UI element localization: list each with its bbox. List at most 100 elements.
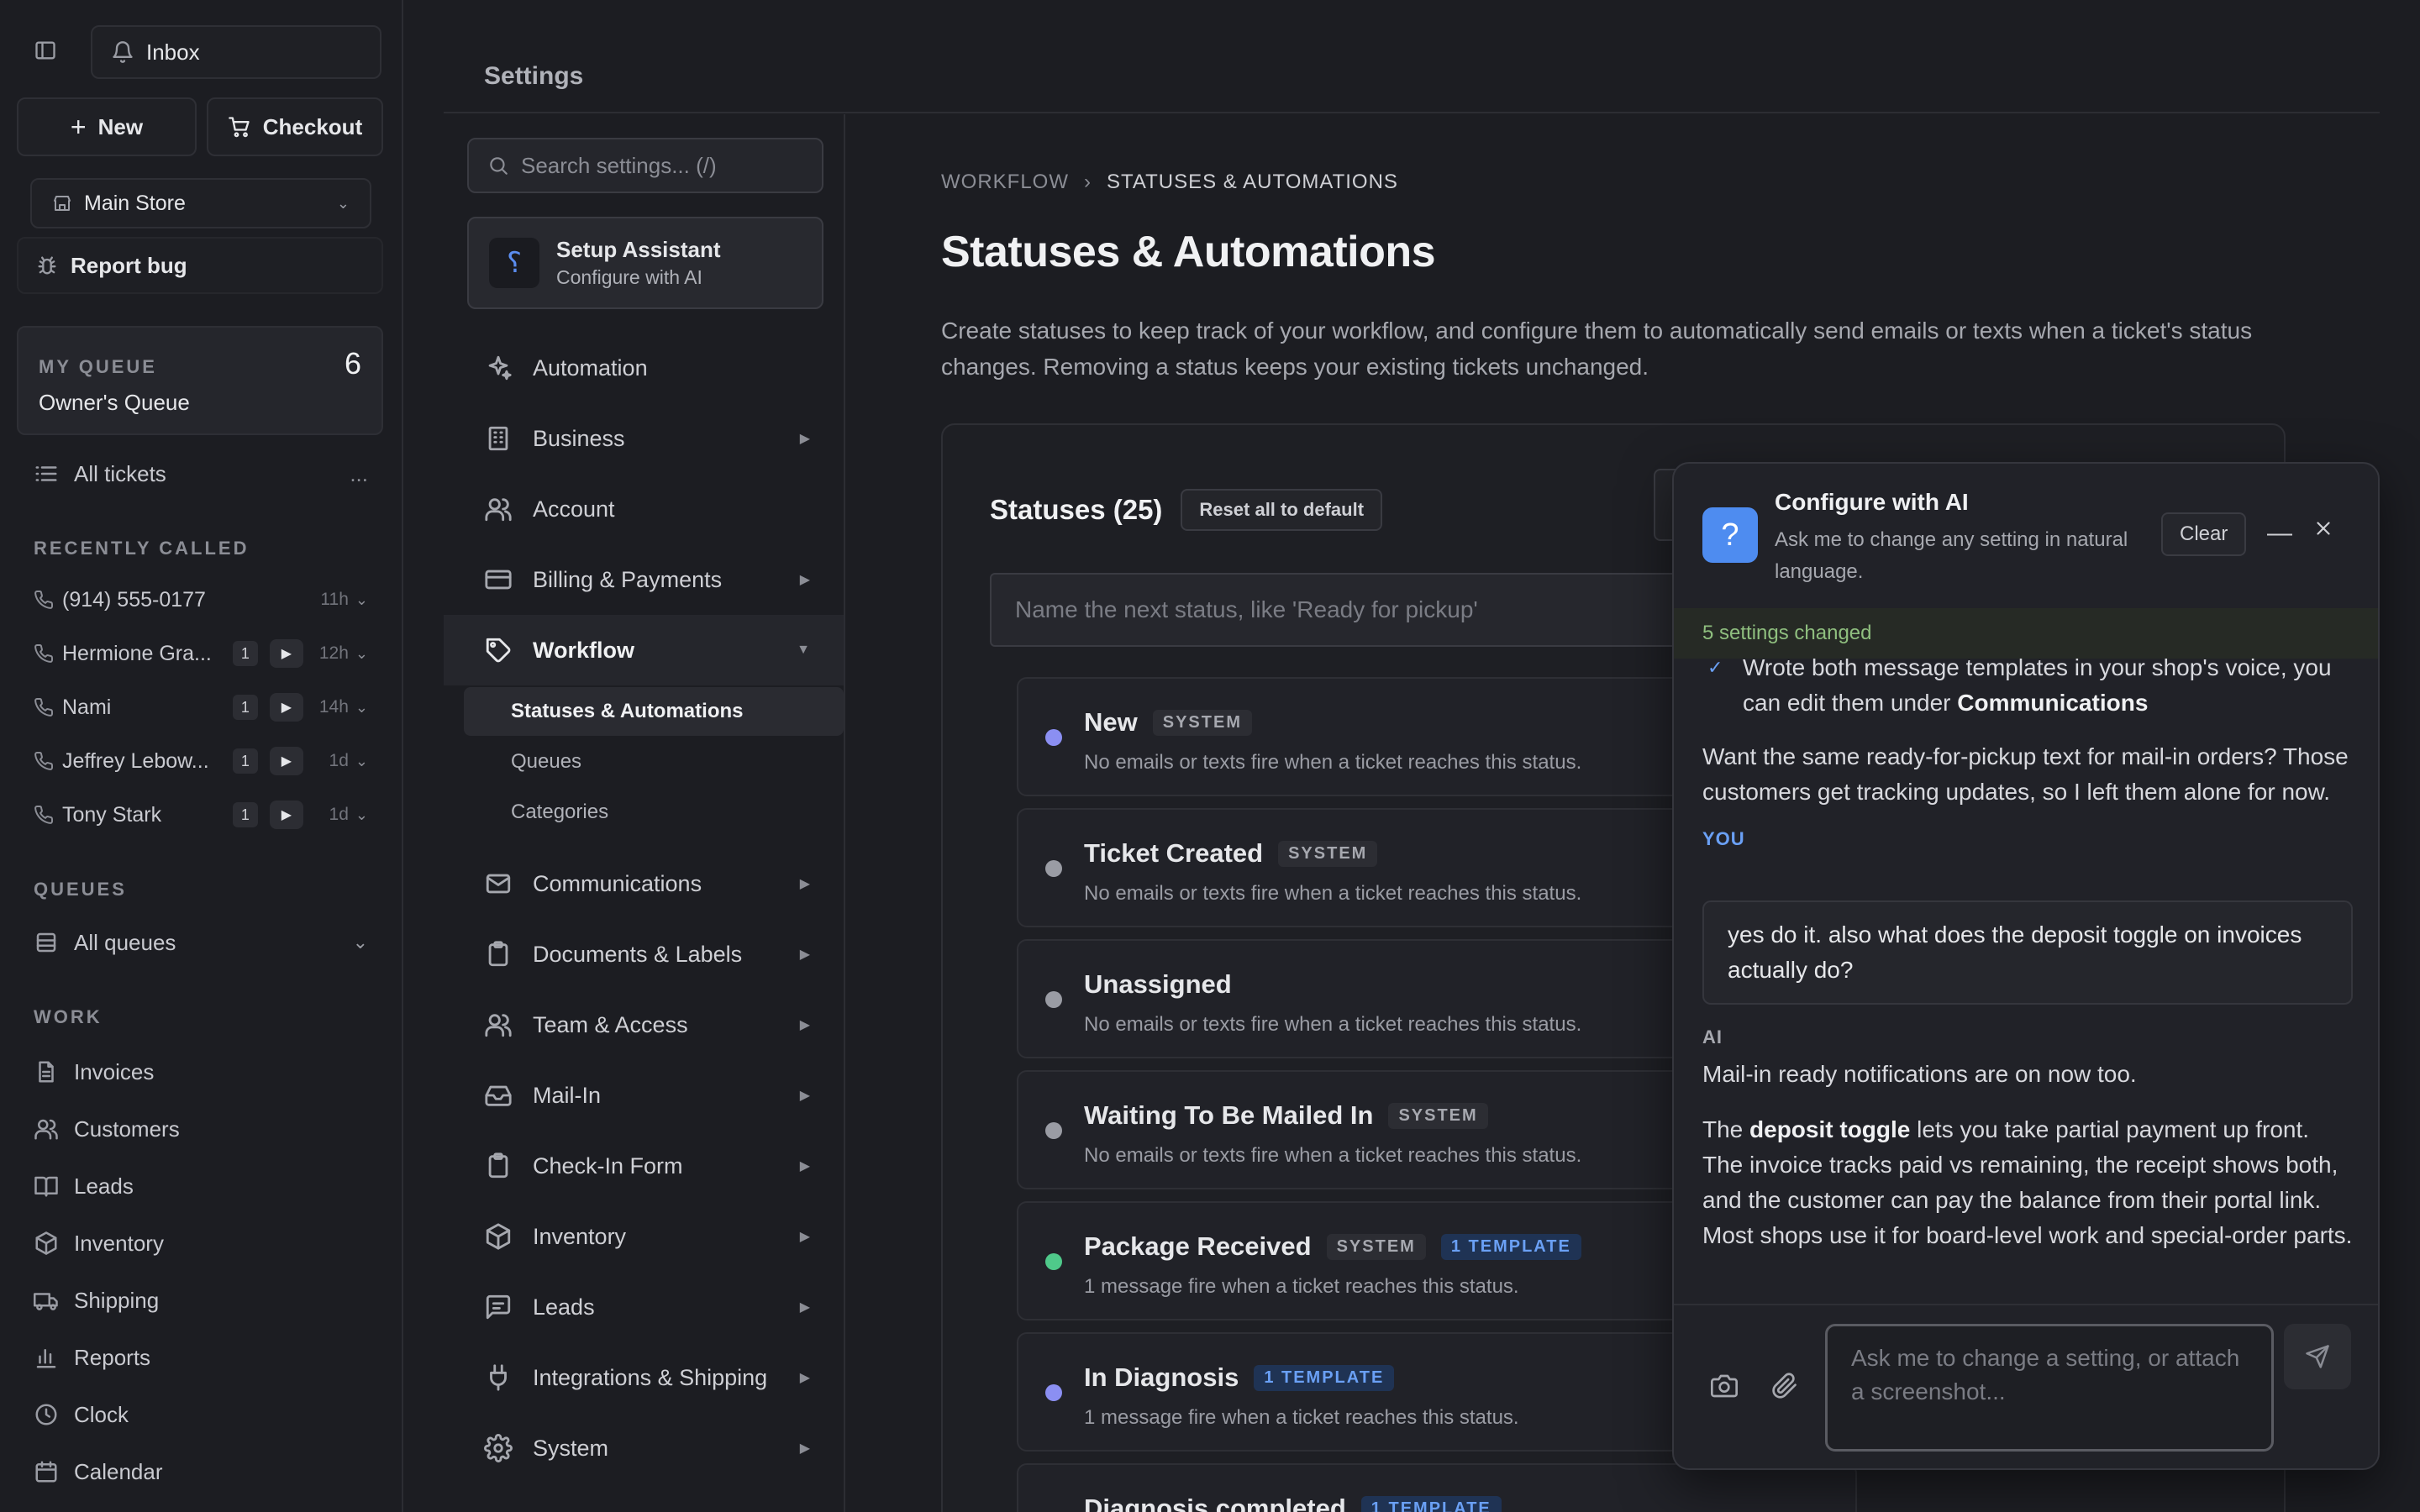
status-name: Waiting To Be Mailed In <box>1084 1100 1374 1130</box>
call-row[interactable]: Hermione Gra... 1 ▶ 12h ⌄ <box>34 637 368 670</box>
status-name: Package Received <box>1084 1231 1312 1261</box>
send-button[interactable] <box>2284 1324 2351 1389</box>
nav-clock[interactable]: Clock <box>34 1398 368 1431</box>
statuses-header: Statuses (25) Reset all to default <box>990 489 1383 531</box>
ai-message: Want the same ready-for-pickup text for … <box>1702 743 2349 805</box>
send-icon <box>2306 1345 2329 1368</box>
nav-sub-label: Statuses & Automations <box>511 700 744 722</box>
ai-label: AI <box>1702 1026 1723 1047</box>
nav-documents-labels[interactable]: Documents & Labels ▶ <box>444 919 844 990</box>
play-button[interactable]: ▶ <box>269 747 303 775</box>
ai-message-input[interactable]: Ask me to change a setting, or attach a … <box>1825 1324 2274 1452</box>
minimize-icon[interactable]: — <box>2267 519 2292 548</box>
phone-icon <box>34 590 54 609</box>
nav-invoices[interactable]: Invoices <box>34 1055 368 1089</box>
status-description: 1 message fire when a ticket reaches thi… <box>1084 1406 1519 1429</box>
nav-automation[interactable]: Automation <box>444 333 844 403</box>
report-bug-button[interactable]: Report bug <box>17 237 383 294</box>
status-row[interactable]: Diagnosis completed 1 TEMPLATE <box>1017 1463 1857 1512</box>
camera-icon[interactable] <box>1711 1373 1738 1399</box>
nav-check-in-form[interactable]: Check-In Form ▶ <box>444 1131 844 1201</box>
play-button[interactable]: ▶ <box>269 801 303 829</box>
settings-changed-banner[interactable]: 5 settings changed <box>1674 608 2378 659</box>
nav-calendar[interactable]: Calendar <box>34 1455 368 1488</box>
page-title: Statuses & Automations <box>941 228 1436 276</box>
new-button[interactable]: + New <box>17 97 197 156</box>
ai-conversation-lower[interactable]: yes do it. also what does the deposit to… <box>1702 900 2353 1304</box>
nav-statuses-automations[interactable]: Statuses & Automations <box>464 687 844 736</box>
gear-icon <box>484 1434 513 1462</box>
setup-assistant-card[interactable]: ⸮ Setup Assistant Configure with AI <box>467 217 823 309</box>
play-button[interactable]: ▶ <box>269 639 303 668</box>
breadcrumb-parent[interactable]: WORKFLOW <box>941 171 1069 194</box>
call-row[interactable]: Jeffrey Lebow... 1 ▶ 1d ⌄ <box>34 744 368 778</box>
store-select[interactable]: Main Store ⌄ <box>30 178 371 228</box>
nav-workflow[interactable]: Workflow ▼ <box>444 615 844 685</box>
close-icon[interactable] <box>2312 517 2334 539</box>
nav-queues[interactable]: Queues <box>464 738 844 786</box>
call-row[interactable]: (914) 555-0177 11h ⌄ <box>34 583 368 617</box>
nav-integrations-shipping[interactable]: Integrations & Shipping ▶ <box>444 1342 844 1413</box>
statuses-heading: Statuses (25) <box>990 494 1163 525</box>
status-description: No emails or texts fire when a ticket re… <box>1084 751 1582 774</box>
all-tickets-link[interactable]: All tickets ... <box>34 457 368 491</box>
nav-team-access[interactable]: Team & Access ▶ <box>444 990 844 1060</box>
nav-label: Leads <box>74 1173 134 1199</box>
call-time: 1d <box>329 805 349 824</box>
my-queue-card[interactable]: MY QUEUE 6 Owner's Queue <box>17 326 383 435</box>
nav-label: Inventory <box>533 1223 627 1249</box>
new-label: New <box>97 113 144 139</box>
chevron-down-icon[interactable]: ⌄ <box>355 806 368 824</box>
nav-business[interactable]: Business ▶ <box>444 403 844 474</box>
chevron-down-icon[interactable]: ⌄ <box>355 591 368 609</box>
settings-search-input[interactable]: Search settings... (/) <box>467 138 823 193</box>
call-time: 1d <box>329 751 349 770</box>
setup-subtitle: Configure with AI <box>556 266 702 288</box>
caller-name: Nami <box>62 695 112 719</box>
chevron-down-icon[interactable]: ⌄ <box>355 753 368 770</box>
nav-inventory[interactable]: Inventory ▶ <box>444 1201 844 1272</box>
status-name: In Diagnosis <box>1084 1362 1239 1392</box>
checkout-button[interactable]: Checkout <box>207 97 383 156</box>
page-description: Create statuses to keep track of your wo… <box>941 318 2253 380</box>
call-row[interactable]: Nami 1 ▶ 14h ⌄ <box>34 690 368 724</box>
status-name: Ticket Created <box>1084 838 1264 868</box>
nav-leads[interactable]: Leads <box>34 1169 368 1203</box>
nav-label: Mail-In <box>533 1082 602 1108</box>
my-queue-name: Owner's Queue <box>39 390 190 415</box>
divider <box>444 112 2380 113</box>
nav-inventory[interactable]: Inventory <box>34 1226 368 1260</box>
sidebar-toggle-icon[interactable] <box>34 39 57 62</box>
call-row[interactable]: Tony Stark 1 ▶ 1d ⌄ <box>34 798 368 832</box>
nav-leads[interactable]: Leads ▶ <box>444 1272 844 1342</box>
status-name: Unassigned <box>1084 969 1232 999</box>
status-color-dot <box>1045 860 1062 877</box>
ai-conversation[interactable]: ✓ Wrote both message templates in your s… <box>1702 659 2353 919</box>
clear-button[interactable]: Clear <box>2161 512 2247 556</box>
play-button[interactable]: ▶ <box>269 693 303 722</box>
paperclip-icon[interactable] <box>1771 1373 1798 1399</box>
nav-reports[interactable]: Reports <box>34 1341 368 1374</box>
nav-customers[interactable]: Customers <box>34 1112 368 1146</box>
more-options-icon[interactable]: ... <box>350 461 368 487</box>
nav-account[interactable]: Account <box>444 474 844 544</box>
nav-shipping[interactable]: Shipping <box>34 1284 368 1317</box>
nav-label: Check-In Form <box>533 1152 683 1179</box>
nav-communications[interactable]: Communications ▶ <box>444 848 844 919</box>
chevron-down-icon[interactable]: ⌄ <box>353 932 368 953</box>
nav-categories[interactable]: Categories <box>464 788 844 837</box>
chevron-down-icon[interactable]: ⌄ <box>355 645 368 663</box>
nav-billing[interactable]: Billing & Payments ▶ <box>444 544 844 615</box>
nav-system[interactable]: System ▶ <box>444 1413 844 1483</box>
inbox-button[interactable]: Inbox <box>91 25 381 79</box>
chevron-down-icon[interactable]: ⌄ <box>355 699 368 717</box>
setup-title: Setup Assistant <box>556 237 721 262</box>
nav-mail-in[interactable]: Mail-In ▶ <box>444 1060 844 1131</box>
my-queue-label: MY QUEUE <box>39 356 157 377</box>
status-name: New <box>1084 707 1138 737</box>
reset-all-button[interactable]: Reset all to default <box>1181 489 1383 531</box>
all-queues-link[interactable]: All queues ⌄ <box>34 926 368 959</box>
caller-name: Tony Stark <box>62 802 162 827</box>
template-badge: 1 TEMPLATE <box>1440 1233 1581 1260</box>
search-placeholder: Search settings... (/) <box>521 152 717 178</box>
